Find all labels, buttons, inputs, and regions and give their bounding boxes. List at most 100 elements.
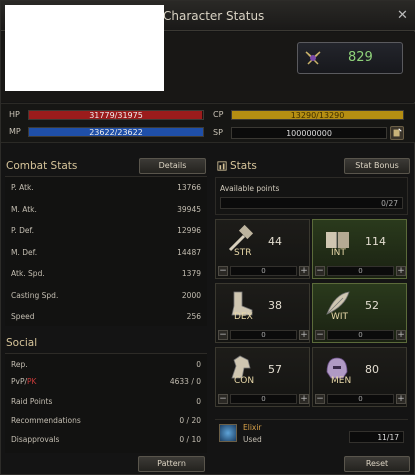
raid-label: Raid Points bbox=[11, 397, 53, 406]
decrease-button[interactable]: − bbox=[218, 394, 228, 404]
stats-grid-icon bbox=[217, 161, 227, 171]
stat-card-dex: DEX 38 −0 + bbox=[215, 283, 310, 343]
stat-abbrev: STR bbox=[234, 248, 252, 258]
window-title: Character Status bbox=[163, 9, 265, 23]
stat-value: 57 bbox=[268, 363, 282, 376]
combat-power-value: 829 bbox=[348, 50, 373, 65]
combat-stat-label: P. Atk. bbox=[11, 183, 34, 192]
stats-title: Stats bbox=[230, 160, 257, 172]
increase-button[interactable]: + bbox=[396, 330, 406, 340]
elixir-name: Elixir bbox=[243, 423, 262, 432]
stat-increment-field[interactable]: 0 bbox=[327, 266, 394, 276]
available-points-value: 0/27 bbox=[381, 199, 398, 208]
decrease-button[interactable]: − bbox=[218, 266, 228, 276]
pk-text: PK bbox=[27, 377, 37, 386]
reset-button[interactable]: Reset bbox=[344, 456, 410, 472]
combat-stat-label: M. Def. bbox=[11, 247, 38, 257]
stat-increment-field[interactable]: 0 bbox=[230, 394, 297, 404]
rep-value: 0 bbox=[196, 360, 201, 369]
increase-button[interactable]: + bbox=[299, 330, 309, 340]
decrease-button[interactable]: − bbox=[315, 266, 325, 276]
combat-power-badge: 829 bbox=[297, 42, 403, 74]
increase-button[interactable]: + bbox=[396, 266, 406, 276]
stat-card-con: CON 57 −0 + bbox=[215, 347, 310, 407]
combat-stat-value: 14487 bbox=[177, 247, 201, 257]
combat-stat-row: Speed 256 bbox=[11, 310, 201, 324]
disapprovals-value: 0 / 10 bbox=[179, 435, 201, 444]
mp-label: MP bbox=[9, 127, 21, 136]
increase-button[interactable]: + bbox=[299, 394, 309, 404]
mp-bar: 23622/23622 bbox=[28, 127, 204, 137]
sp-field: 100000000 bbox=[231, 127, 387, 139]
stat-value: 80 bbox=[365, 363, 379, 376]
hp-value: 31779/31975 bbox=[89, 111, 143, 120]
stat-value: 44 bbox=[268, 235, 282, 248]
cp-value: 13290/13290 bbox=[290, 111, 345, 120]
stat-card-men: MEN 80 −0 + bbox=[312, 347, 407, 407]
stat-stepper: −0 + bbox=[313, 330, 408, 342]
combat-stat-value: 1379 bbox=[181, 269, 201, 278]
sp-label: SP bbox=[213, 128, 223, 137]
decrease-button[interactable]: − bbox=[315, 394, 325, 404]
stat-abbrev: MEN bbox=[331, 376, 352, 386]
combat-stat-label: M. Atk. bbox=[11, 204, 37, 214]
elixir-count: 11/17 bbox=[377, 433, 399, 442]
combat-stat-value: 2000 bbox=[181, 290, 201, 300]
stat-increment-field[interactable]: 0 bbox=[327, 394, 394, 404]
combat-stat-value: 39945 bbox=[177, 204, 201, 214]
stat-abbrev: INT bbox=[331, 248, 346, 258]
stat-stepper: −0 + bbox=[313, 394, 408, 406]
character-portrait bbox=[5, 5, 164, 91]
recommendations-value: 0 / 20 bbox=[179, 416, 201, 425]
social-row-raid: Raid Points 0 bbox=[11, 395, 201, 409]
rep-label: Rep. bbox=[11, 360, 28, 369]
close-icon[interactable]: ✕ bbox=[397, 8, 408, 23]
stat-increment-field[interactable]: 0 bbox=[230, 266, 297, 276]
sp-skill-button[interactable] bbox=[390, 126, 404, 140]
pvp-value: 4633 / 0 bbox=[169, 377, 201, 386]
stat-increment-field[interactable]: 0 bbox=[230, 330, 297, 340]
disapprovals-label: Disapprovals bbox=[11, 435, 60, 444]
increase-button[interactable]: + bbox=[299, 266, 309, 276]
combat-stat-label: Casting Spd. bbox=[11, 290, 59, 300]
stat-value: 52 bbox=[365, 299, 379, 312]
stat-stepper: −0 + bbox=[216, 266, 311, 278]
elixir-panel: Elixir Used 11/17 bbox=[215, 419, 408, 449]
character-status-window: Character Status ✕ 829 HP 31779/31975 MP… bbox=[0, 0, 415, 475]
combat-stat-row: P. Def. 12996 bbox=[11, 224, 201, 238]
sp-value: 100000000 bbox=[286, 129, 332, 138]
social-row-rep: Rep. 0 bbox=[11, 358, 201, 372]
available-points-label: Available points bbox=[220, 184, 280, 193]
skill-book-icon bbox=[393, 128, 402, 137]
stat-value: 114 bbox=[365, 235, 386, 248]
decrease-button[interactable]: − bbox=[315, 330, 325, 340]
stat-stepper: −0 + bbox=[216, 394, 311, 406]
hp-bar: 31779/31975 bbox=[28, 110, 204, 120]
combat-stat-value: 12996 bbox=[177, 226, 201, 235]
combat-stat-value: 256 bbox=[186, 312, 201, 321]
combat-stat-label: P. Def. bbox=[11, 226, 34, 235]
mp-value: 23622/23622 bbox=[89, 128, 143, 137]
cp-bar: 13290/13290 bbox=[231, 110, 404, 120]
pattern-button[interactable]: Pattern bbox=[138, 456, 205, 472]
decrease-button[interactable]: − bbox=[218, 330, 228, 340]
raid-value: 0 bbox=[196, 397, 201, 406]
cp-label: CP bbox=[213, 110, 224, 119]
elixir-count-field: 11/17 bbox=[349, 431, 404, 443]
social-row-disapprovals: Disapprovals 0 / 10 bbox=[11, 433, 201, 447]
stat-value: 38 bbox=[268, 299, 282, 312]
stat-card-str: STR 44 −0 + bbox=[215, 219, 310, 279]
combat-stat-row: M. Def. 14487 bbox=[11, 246, 201, 260]
combat-stat-row: Atk. Spd. 1379 bbox=[11, 267, 201, 281]
increase-button[interactable]: + bbox=[396, 394, 406, 404]
stat-increment-field[interactable]: 0 bbox=[327, 330, 394, 340]
stat-bonus-button[interactable]: Stat Bonus bbox=[344, 158, 410, 174]
hp-label: HP bbox=[9, 110, 20, 119]
stat-card-int: INT 114 −0 + bbox=[312, 219, 407, 279]
social-row-pvp: PvP/PK 4633 / 0 bbox=[11, 375, 201, 389]
details-button[interactable]: Details bbox=[139, 158, 206, 174]
social-row-recommendations: Recommendations 0 / 20 bbox=[11, 414, 201, 428]
stat-stepper: −0 + bbox=[313, 266, 408, 278]
combat-stat-row: M. Atk. 39945 bbox=[11, 203, 201, 217]
stat-card-wit: WIT 52 −0 + bbox=[312, 283, 407, 343]
